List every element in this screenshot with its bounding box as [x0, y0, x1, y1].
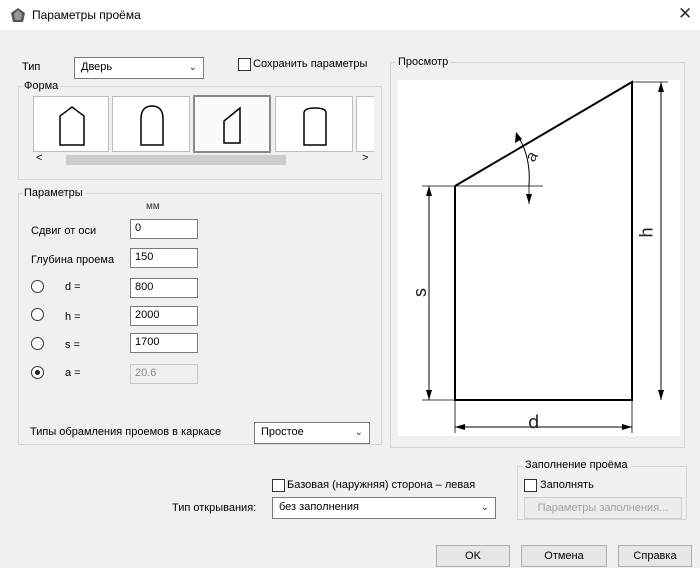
a-label: a = [65, 367, 81, 379]
radio-s[interactable] [31, 337, 44, 350]
arched-door-shape-icon [59, 106, 85, 146]
radio-a[interactable] [31, 366, 44, 379]
opening-type-value: без заполнения [279, 501, 359, 513]
axis-offset-input[interactable]: 0 [130, 219, 198, 239]
sloped-door-shape-icon [223, 106, 241, 144]
scroll-left-arrow[interactable]: < [36, 152, 42, 164]
preview-label-d: d [528, 412, 540, 433]
shape-tile-arched[interactable] [33, 96, 109, 152]
fill-params-button[interactable]: Параметры заполнения... [524, 497, 682, 519]
opening-type-combobox[interactable]: без заполнения ⌄ [272, 497, 496, 519]
framing-combobox-value: Простое [261, 426, 304, 438]
type-combobox-value: Дверь [81, 61, 113, 73]
opening-type-label: Тип открывания: [172, 502, 257, 514]
framing-label: Типы обрамления проемов в каркасе [30, 426, 222, 438]
depth-input[interactable]: 150 [130, 248, 198, 268]
window-title: Параметры проёма [32, 8, 141, 22]
a-input: 20.6 [130, 364, 198, 384]
door-preview-drawing [422, 80, 668, 433]
semi-arch-door-shape-icon [140, 105, 164, 146]
save-params-checkbox[interactable] [238, 58, 251, 71]
save-params-label: Сохранить параметры [253, 58, 368, 70]
cancel-button[interactable]: Отмена [521, 545, 607, 567]
unit-label: мм [146, 201, 160, 212]
ok-button[interactable]: OK [436, 545, 510, 567]
axis-offset-label: Сдвиг от оси [31, 225, 97, 237]
s-input[interactable]: 1700 [130, 333, 198, 353]
shape-tile-sloped[interactable] [193, 95, 271, 153]
d-label: d = [65, 281, 81, 293]
h-label: h = [65, 311, 81, 323]
shape-tile-semi-arch[interactable] [112, 96, 190, 152]
app-icon [11, 8, 25, 22]
preview-label-h: h [636, 227, 657, 238]
flat-arch-door-shape-icon [303, 107, 327, 146]
type-label: Тип [22, 61, 41, 73]
base-side-checkbox[interactable] [272, 479, 285, 492]
s-label: s = [65, 339, 80, 351]
fill-checkbox[interactable] [524, 479, 537, 492]
radio-d[interactable] [31, 280, 44, 293]
chevron-down-icon: ⌄ [480, 502, 489, 513]
shape-tile-partial[interactable] [356, 96, 374, 152]
chevron-down-icon: ⌄ [354, 427, 363, 438]
params-group-legend: Параметры [22, 187, 85, 199]
shapes-scrollbar-thumb[interactable] [66, 155, 286, 165]
radio-h[interactable] [31, 308, 44, 321]
form-group-legend: Форма [22, 80, 61, 92]
h-input[interactable]: 2000 [130, 306, 198, 326]
shape-tile-flat-arch[interactable] [275, 96, 353, 152]
preview-group-legend: Просмотр [396, 56, 451, 68]
scroll-right-arrow[interactable]: > [362, 152, 368, 164]
depth-label: Глубина проема [31, 254, 115, 266]
chevron-down-icon: ⌄ [188, 62, 197, 73]
preview-label-s: s [410, 288, 430, 297]
fill-group-legend: Заполнение проёма [523, 459, 630, 471]
close-icon[interactable]: ✕ [678, 4, 692, 24]
d-input[interactable]: 800 [130, 278, 198, 298]
framing-combobox[interactable]: Простое ⌄ [254, 422, 370, 444]
fill-checkbox-label: Заполнять [540, 479, 594, 491]
base-side-label: Базовая (наружняя) сторона – левая [287, 479, 476, 491]
help-button[interactable]: Справка [618, 545, 692, 567]
type-combobox[interactable]: Дверь ⌄ [74, 57, 204, 79]
